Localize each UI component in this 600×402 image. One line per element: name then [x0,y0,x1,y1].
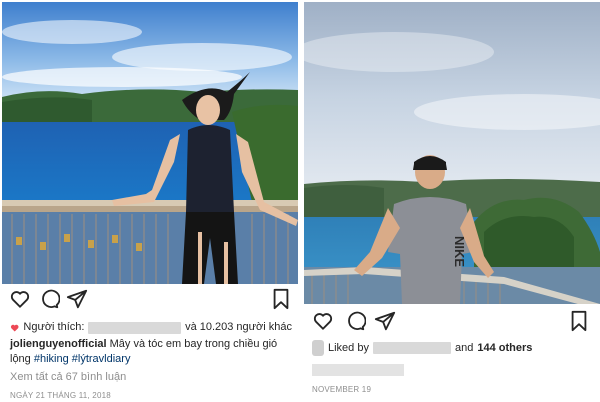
comment-icon[interactable] [38,288,60,310]
left-action-bar [0,288,300,318]
hashtag-hiking[interactable]: #hiking [34,353,69,365]
blurred-username [372,342,451,354]
likes-prefix: Người thích: [23,321,85,333]
post-date: NGÀY 21 THÁNG 11, 2018 [10,391,111,400]
left-post-photo [2,2,298,284]
bookmark-icon[interactable] [270,288,292,310]
bookmark-icon[interactable] [568,310,590,332]
right-caption-area: Liked by and 144 others NOVEMBER 19 [312,340,592,397]
likes-and: and [454,341,474,354]
caption-username[interactable]: jolienguyenofficial [10,338,107,350]
blurred-username [88,321,182,334]
share-icon[interactable] [66,288,88,310]
post-date: NOVEMBER 19 [312,385,372,394]
comment-icon[interactable] [344,310,366,332]
likes-line: Liked by and 144 others [312,340,592,356]
blurred-avatar [312,340,324,356]
shirt-nike-text: NIKE [452,236,467,267]
likes-prefix: Liked by [328,341,369,354]
liked-heart-icon [10,324,19,332]
blurred-caption [312,364,404,376]
likes-count[interactable]: 144 others [477,341,532,356]
likes-line: Người thích: và 10.203 người khác [10,320,292,335]
left-caption-area: Người thích: và 10.203 người khác jolien… [10,320,292,402]
heart-icon[interactable] [312,310,334,332]
right-post-photo: NIKE [304,2,600,304]
share-icon[interactable] [374,310,396,332]
right-action-bar [302,310,600,340]
hashtag-travel-diary[interactable]: #lýtravldiary [72,353,131,365]
heart-icon[interactable] [9,288,31,310]
likes-count: và 10.203 người khác [185,321,292,333]
post-caption: jolienguyenofficial Mây và tóc em bay tr… [10,337,292,367]
right-instagram-post: NIKE Liked by and 144 others NOVEMBER 19 [300,0,600,402]
view-all-comments-link[interactable]: Xem tất cả 67 bình luận [10,370,292,385]
left-instagram-post: Người thích: và 10.203 người khác jolien… [0,0,300,402]
